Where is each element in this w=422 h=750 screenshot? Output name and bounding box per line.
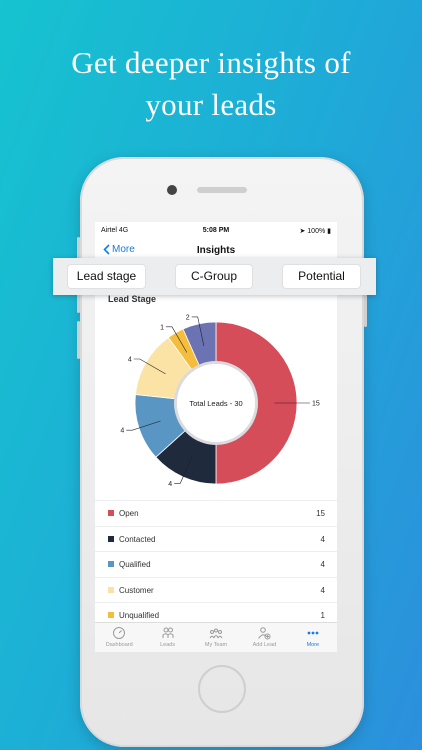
battery-percent: 100% [307,228,326,235]
team-icon [209,628,223,639]
dashboard-gauge-icon [113,627,126,639]
segment-c-group[interactable]: C-Group [176,265,252,288]
mute-switch [77,237,80,259]
more-dots-icon [307,631,319,635]
tab-label: Add Lead [252,642,277,648]
legend-value: 1 [320,611,325,620]
headline-line-1: Get deeper insights of [71,45,351,80]
legend-swatch [108,612,114,618]
legend-value: 15 [316,509,325,518]
headline: Get deeper insights of your leads [0,42,422,126]
tab-bar: Dashboard Leads My Team Add Lead More [95,622,337,652]
headline-line-2: your leads [145,87,277,122]
leads-people-icon [162,627,174,638]
section-title: Lead Stage [108,294,157,304]
tab-label: More [306,642,320,648]
tab-dashboard[interactable]: Dashboard [95,623,143,652]
legend-value: 4 [320,585,325,595]
tab-label: My Team [204,642,228,648]
tab-my-team[interactable]: My Team [192,623,240,652]
legend-swatch [108,586,114,593]
volume-down-button [77,321,80,359]
front-camera [167,185,177,195]
earpiece-speaker [197,187,247,193]
tab-label: Dashboard [105,642,133,648]
add-lead-icon [258,627,271,640]
tab-add-lead[interactable]: Add Lead [240,623,288,652]
legend-row-contacted[interactable]: Contacted 4 [95,525,337,552]
home-button[interactable] [198,665,246,713]
battery-label: ➤ 100% ▮ [299,227,331,235]
legend-label: Customer [119,585,154,595]
segment-lead-stage[interactable]: Lead stage [68,265,145,288]
legend-row-open[interactable]: Open 15 [95,500,337,526]
legend-label: Open [119,509,139,518]
status-bar: Airtel 4G 5:08 PM ➤ 100% ▮ [95,222,337,240]
tab-leads[interactable]: Leads [143,623,191,652]
legend-label: Contacted [119,534,156,544]
legend-row-qualified[interactable]: Qualified 4 [95,551,337,577]
tab-more[interactable]: More [289,623,337,652]
legend-swatch [108,561,114,567]
segment-potential[interactable]: Potential [283,265,360,288]
legend-swatch [108,510,114,516]
location-icon: ➤ [299,228,306,235]
legend-row-customer[interactable]: Customer 4 [95,576,337,603]
segment-control: Lead stage C-Group Potential [53,258,376,295]
legend-label: Qualified [119,560,151,569]
legend-label: Unqualified [119,611,160,620]
tab-label: Leads [160,642,176,648]
legend-list: Open 15 Contacted 4 Qualified 4 Customer… [95,500,337,628]
legend-swatch [108,535,114,542]
page-title: Insights [196,245,236,256]
battery-icon: ▮ [327,228,331,235]
legend-value: 4 [320,534,325,544]
legend-value: 4 [320,560,325,569]
